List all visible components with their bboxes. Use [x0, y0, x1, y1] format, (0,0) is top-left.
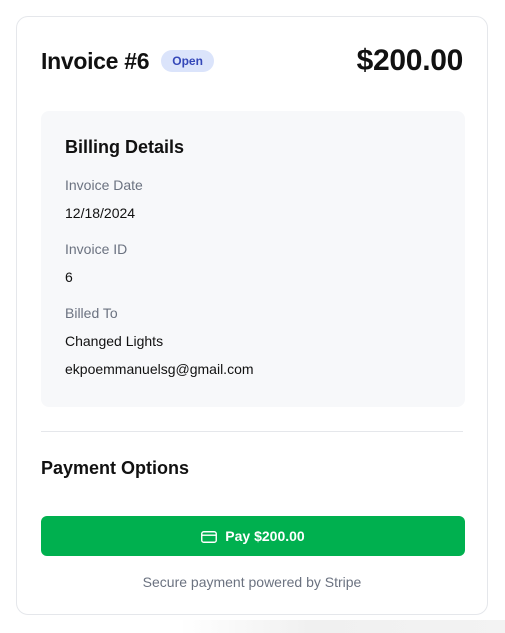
billed-to-email: ekpoemmanuelsg@gmail.com — [65, 361, 254, 377]
invoice-amount: $200.00 — [356, 44, 464, 77]
billed-to-name: Changed Lights — [65, 333, 164, 349]
payment-options-heading: Payment Options — [41, 458, 190, 478]
page-bottom-shade — [180, 620, 505, 633]
invoice-title: Invoice #6 — [41, 47, 150, 74]
invoice-header: Invoice #6 Open $200.00 — [41, 43, 463, 79]
credit-card-icon — [201, 530, 218, 543]
invoice-id-value: 6 — [65, 269, 73, 285]
billed-to-label: Billed To — [65, 305, 118, 321]
invoice-id-label: Invoice ID — [65, 241, 128, 257]
section-divider — [41, 431, 463, 432]
status-badge: Open — [161, 50, 214, 72]
pay-button[interactable]: Pay $200.00 — [41, 516, 465, 556]
invoice-date-label: Invoice Date — [65, 177, 143, 193]
pay-button-label: Pay $200.00 — [225, 528, 305, 544]
billing-details-panel: Billing Details Invoice Date 12/18/2024 … — [41, 111, 465, 407]
invoice-date-value: 12/18/2024 — [65, 205, 136, 221]
title-group: Invoice #6 Open — [41, 48, 214, 75]
secure-payment-note: Secure payment powered by Stripe — [142, 574, 362, 590]
billing-details-heading: Billing Details — [65, 137, 185, 157]
invoice-card: Invoice #6 Open $200.00 Billing Details … — [16, 16, 488, 615]
